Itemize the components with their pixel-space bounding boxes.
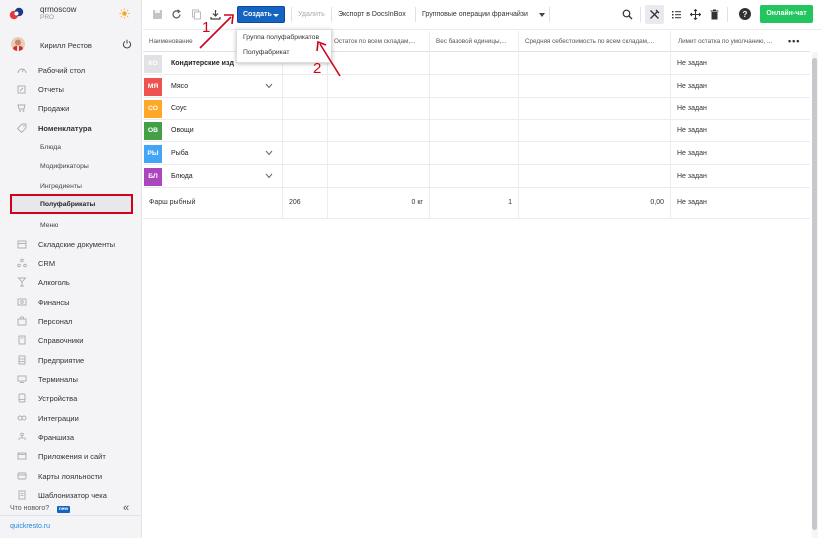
annotation-number-1: 1 [202, 19, 211, 36]
app-root: qrmoscow PRO Кирилл Рестов Рабочий стол … [0, 0, 822, 538]
annotation-number-2: 2 [313, 60, 322, 77]
annotation-arrows [199, 14, 341, 77]
annotation-arrow-2 [319, 43, 341, 77]
